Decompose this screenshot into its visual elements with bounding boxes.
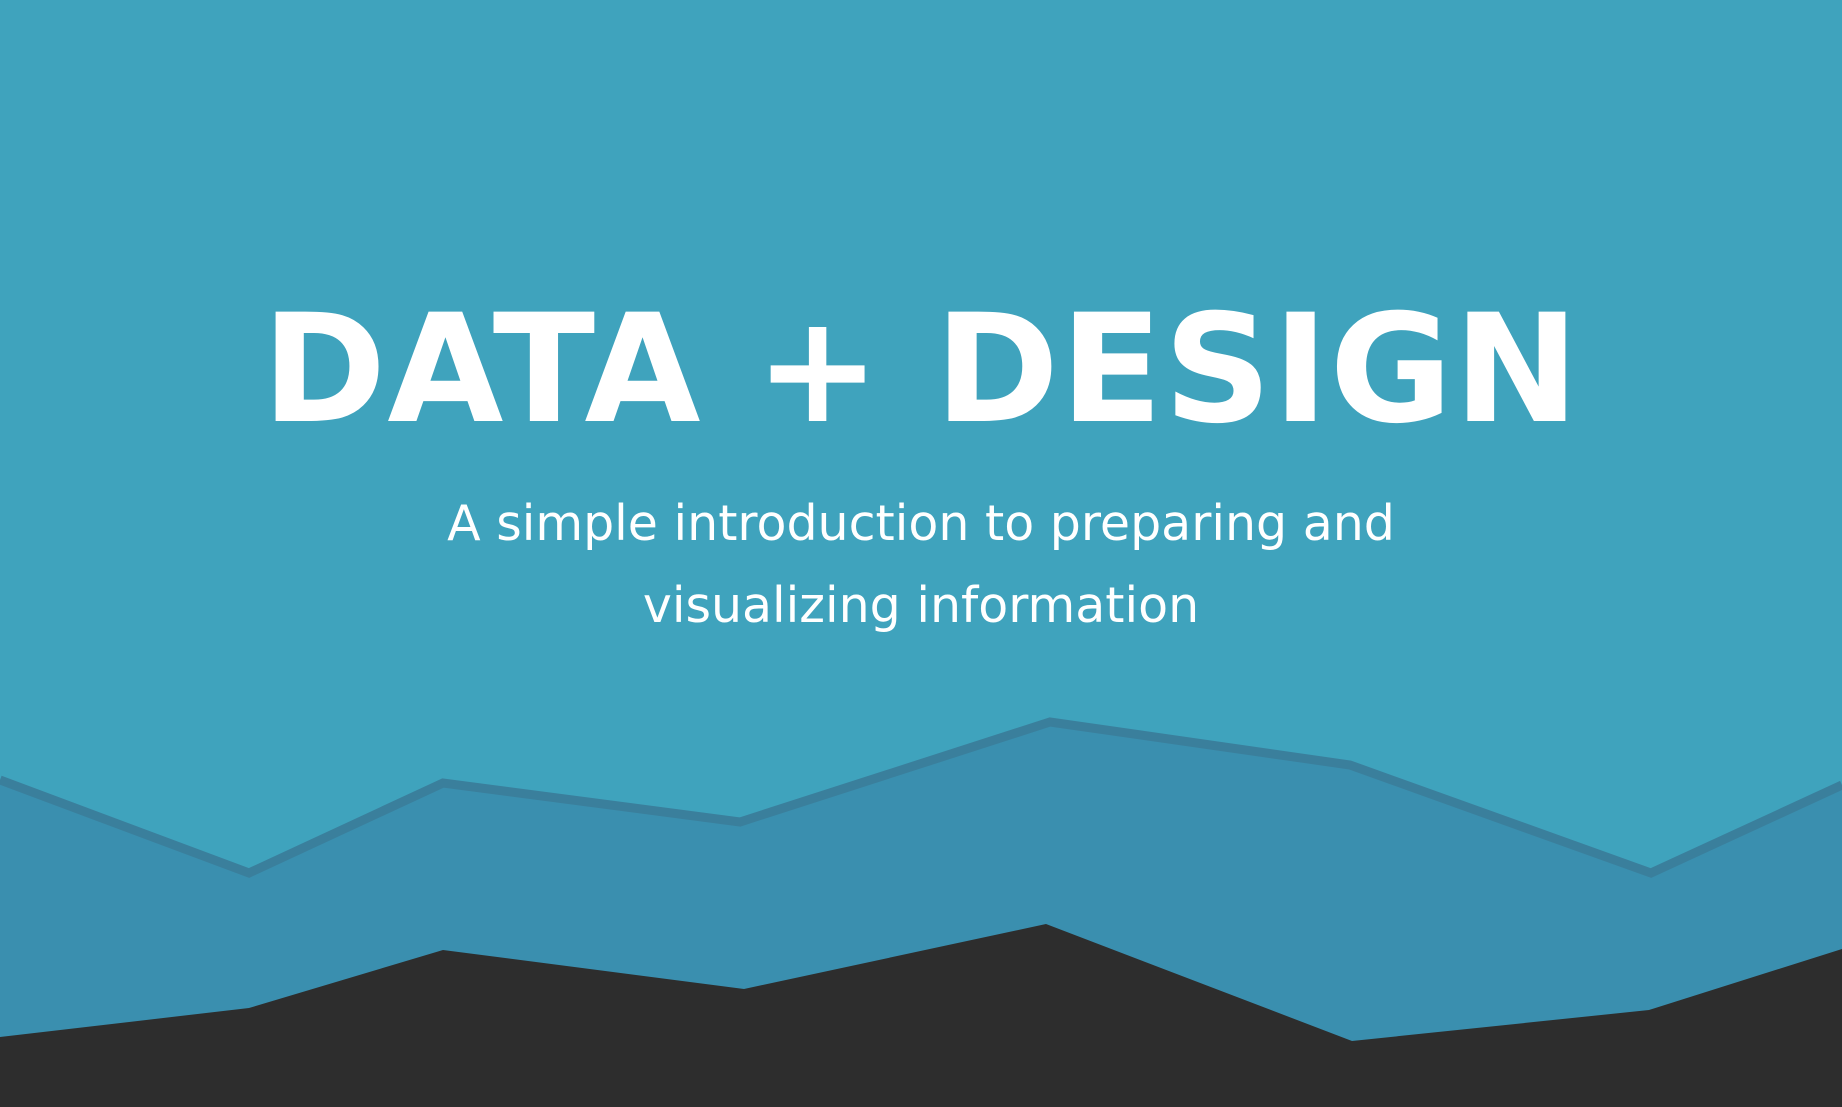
book-cover: DATA + DESIGN A simple introduction to p… [0,0,1842,1107]
cover-title: DATA + DESIGN [261,283,1581,457]
cover-subtitle: A simple introduction to preparing and v… [447,495,1395,634]
